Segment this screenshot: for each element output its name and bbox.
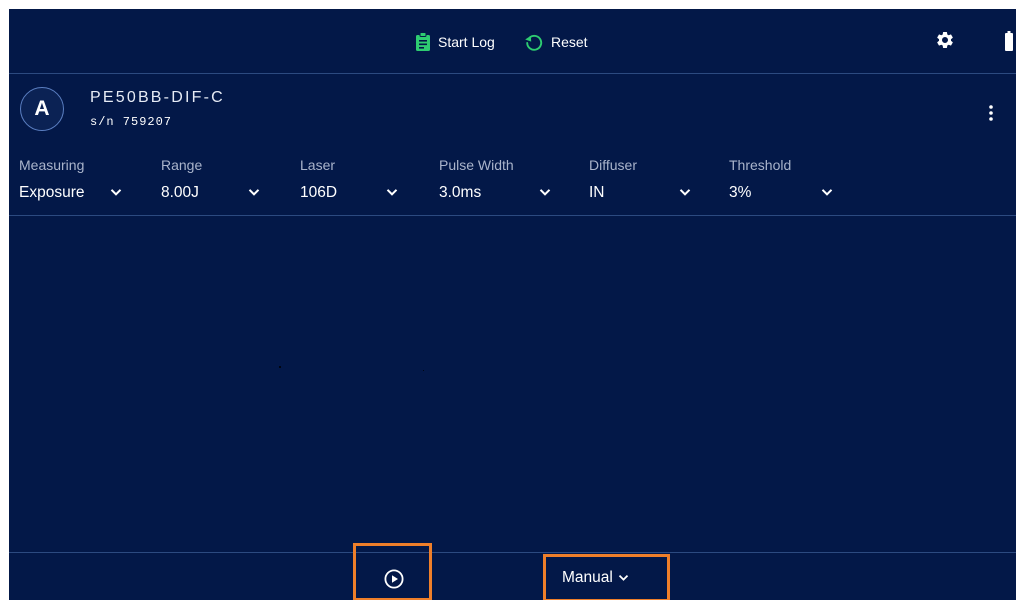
more-options-icon[interactable] (989, 105, 993, 121)
measurement-display-area (9, 216, 1016, 552)
mode-select-button[interactable]: Manual (562, 569, 629, 587)
chevron-down-icon (539, 189, 551, 196)
divider-bottom (9, 552, 1016, 553)
setting-measuring[interactable]: Measuring Exposure (19, 157, 122, 201)
chevron-down-icon (110, 189, 122, 196)
start-log-button[interactable]: Start Log (415, 31, 495, 53)
setting-label: Laser (300, 157, 336, 173)
setting-label: Pulse Width (439, 157, 514, 173)
chevron-down-icon (248, 189, 260, 196)
setting-threshold[interactable]: Threshold 3% (729, 157, 833, 201)
chevron-down-icon (618, 574, 628, 581)
setting-value: 3.0ms (439, 184, 482, 201)
device-serial: s/n 759207 (90, 115, 173, 129)
setting-diffuser[interactable]: Diffuser IN (589, 157, 691, 201)
setting-pulse-width[interactable]: Pulse Width 3.0ms (439, 157, 551, 201)
setting-label: Threshold (729, 157, 792, 173)
setting-laser[interactable]: Laser 106D (300, 157, 398, 201)
channel-avatar[interactable]: A (20, 87, 64, 131)
artifact-dot (279, 366, 281, 368)
mode-label: Manual (562, 569, 613, 586)
setting-value: 3% (729, 184, 752, 201)
setting-label: Measuring (19, 157, 85, 173)
gear-icon[interactable] (935, 30, 955, 50)
battery-icon (1005, 31, 1013, 51)
setting-label: Diffuser (589, 157, 637, 173)
setting-range[interactable]: Range 8.00J (161, 157, 260, 201)
divider-top (9, 73, 1016, 74)
setting-value: 106D (300, 184, 338, 201)
start-log-label: Start Log (438, 34, 495, 50)
clipboard-icon (416, 32, 430, 51)
artifact-dot (423, 370, 424, 371)
device-model: PE50BB-DIF-C (90, 89, 225, 106)
reset-icon (525, 34, 543, 51)
top-toolbar: Start Log Reset (9, 9, 1016, 73)
reset-button[interactable]: Reset (524, 31, 588, 53)
reset-label: Reset (551, 34, 588, 50)
play-icon[interactable] (384, 569, 404, 589)
app-window: Start Log Reset A PE50BB-DIF-C s/n 75920… (9, 9, 1016, 600)
setting-label: Range (161, 157, 203, 173)
setting-value: IN (589, 184, 605, 201)
chevron-down-icon (679, 189, 691, 196)
setting-value: 8.00J (161, 184, 199, 201)
chevron-down-icon (821, 189, 833, 196)
chevron-down-icon (386, 189, 398, 196)
setting-value: Exposure (19, 184, 85, 201)
